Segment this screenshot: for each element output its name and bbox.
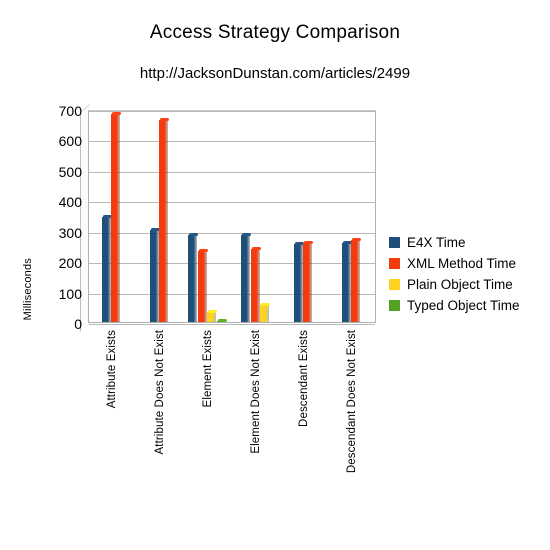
- bar-face: [159, 120, 169, 322]
- bar[interactable]: [351, 238, 362, 322]
- gridline: [89, 324, 375, 325]
- bar-group: [329, 111, 377, 322]
- bar-face: [149, 229, 159, 322]
- legend-item[interactable]: Typed Object Time: [389, 295, 520, 315]
- chart-title: Access Strategy Comparison: [149, 22, 401, 43]
- legend-label: Typed Object Time: [407, 297, 520, 313]
- bar[interactable]: [207, 309, 218, 322]
- bar-group: [233, 111, 281, 322]
- chart-container: Access Strategy Comparison http://Jackso…: [0, 0, 550, 550]
- legend-swatch-icon: [389, 236, 400, 248]
- bar-top-cap: [112, 111, 122, 115]
- y-axis-tick-label: 400: [58, 194, 82, 211]
- bar[interactable]: [250, 246, 261, 322]
- x-axis-category-label: Descendant Exists: [298, 330, 310, 427]
- bar[interactable]: [188, 233, 199, 322]
- legend-swatch-icon: [389, 278, 400, 290]
- bar[interactable]: [197, 248, 208, 322]
- bar[interactable]: [159, 118, 170, 322]
- legend-label: XML Method Time: [407, 255, 517, 271]
- plot-area: 0 100 200 300 400 500 600 700: [59, 103, 376, 332]
- legend-item[interactable]: Plain Object Time: [389, 274, 520, 294]
- bar-top-cap: [242, 233, 251, 237]
- x-axis-category-label: Element Does Not Exist: [250, 330, 262, 454]
- bar-face: [111, 113, 121, 322]
- bar[interactable]: [149, 227, 160, 322]
- bar-face: [250, 248, 260, 322]
- bar[interactable]: [260, 303, 270, 322]
- y-axis-tick-label: 600: [58, 133, 82, 150]
- bar-face: [188, 235, 198, 322]
- bar[interactable]: [303, 240, 314, 322]
- x-axis-category-label: Attribute Exists: [106, 330, 118, 409]
- bar[interactable]: [101, 215, 112, 322]
- bar-face: [303, 242, 313, 322]
- bar[interactable]: [241, 233, 251, 322]
- legend-item[interactable]: XML Method Time: [389, 253, 520, 273]
- bar-series-container: [89, 111, 375, 322]
- y-axis-tick-label: 300: [58, 224, 82, 241]
- x-axis-category-label: Descendant Does Not Exist: [346, 330, 358, 474]
- bar-group: [281, 111, 329, 322]
- bar-top-cap: [304, 240, 314, 244]
- y-axis-label: Milliseconds: [22, 258, 34, 321]
- bar-face: [341, 242, 351, 322]
- bar-top-cap: [261, 303, 270, 307]
- bar-face: [197, 250, 207, 322]
- bar[interactable]: [341, 240, 352, 322]
- bar-face: [207, 311, 217, 322]
- bar-group: [89, 111, 137, 322]
- legend-swatch-icon: [389, 257, 400, 269]
- bar-top-cap: [198, 248, 208, 252]
- x-axis-category-label: Attribute Does Not Exist: [154, 330, 166, 455]
- y-axis-tick-label: 700: [58, 103, 82, 119]
- bar-top-cap: [189, 233, 199, 237]
- y-axis-tick-label: 200: [58, 255, 82, 272]
- chart-legend: E4X Time XML Method Time Plain Object Time…: [389, 232, 520, 316]
- bar-top-cap: [160, 118, 170, 122]
- bar-face: [351, 240, 361, 322]
- bar[interactable]: [216, 318, 227, 322]
- y-axis-tick-label: 100: [58, 285, 82, 302]
- bar-group: [137, 111, 185, 322]
- chart-subtitle: http://JacksonDunstan.com/articles/2499: [139, 65, 411, 82]
- legend-swatch-icon: [389, 299, 400, 311]
- x-axis-category-label: Element Exists: [202, 330, 214, 408]
- bar-face: [260, 305, 269, 322]
- legend-label: E4X Time: [407, 234, 466, 250]
- bar-group: [185, 111, 233, 322]
- legend-label: Plain Object Time: [407, 276, 513, 292]
- bar-top-cap: [208, 309, 218, 313]
- bar[interactable]: [111, 111, 122, 322]
- bar-top-cap: [217, 318, 227, 322]
- bar-top-cap: [251, 246, 261, 250]
- bar-face: [293, 243, 303, 322]
- y-axis-tick-label: 500: [58, 163, 82, 180]
- bar-face: [101, 217, 111, 322]
- legend-item[interactable]: E4X Time: [389, 232, 520, 252]
- bar-face: [241, 235, 250, 322]
- bar[interactable]: [293, 241, 304, 322]
